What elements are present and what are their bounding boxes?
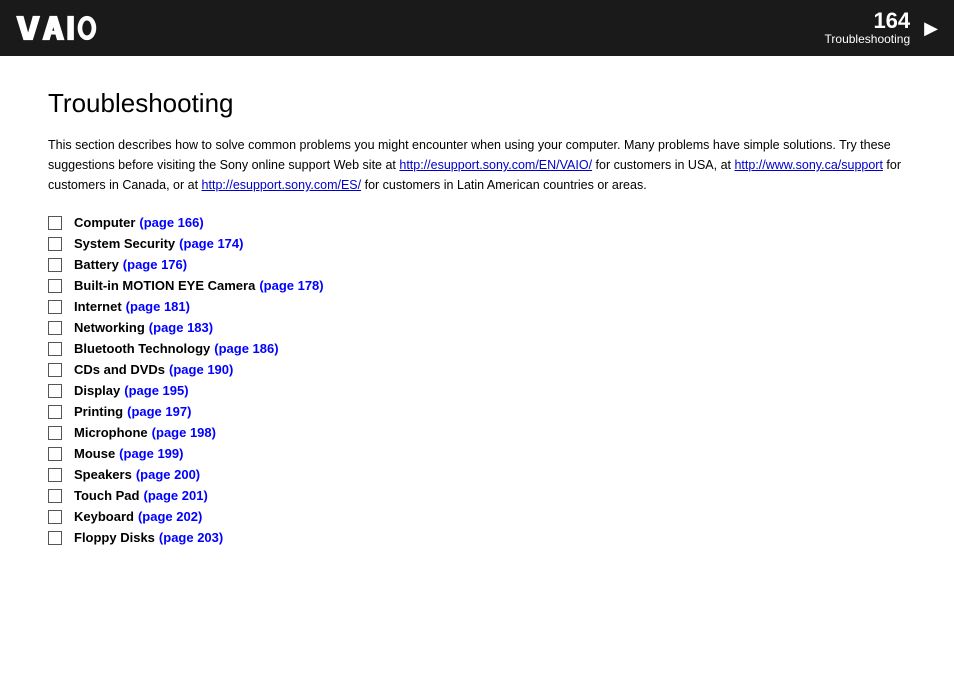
toc-item: Display (page 195) xyxy=(48,383,906,398)
toc-item: Speakers (page 200) xyxy=(48,467,906,482)
toc-item-label: Bluetooth Technology xyxy=(74,341,210,356)
toc-item-link[interactable]: (page 190) xyxy=(169,362,233,377)
page-number: 164 xyxy=(873,10,910,32)
toc-item: Computer (page 166) xyxy=(48,215,906,230)
toc-item-link[interactable]: (page 198) xyxy=(152,425,216,440)
toc-item-label: Computer xyxy=(74,215,135,230)
toc-item: Battery (page 176) xyxy=(48,257,906,272)
checkbox-icon xyxy=(48,405,62,419)
checkbox-icon xyxy=(48,216,62,230)
toc-item-label: Networking xyxy=(74,320,145,335)
toc-item-label: Internet xyxy=(74,299,122,314)
header: 164 Troubleshooting ▶ xyxy=(0,0,954,56)
header-arrow: ▶ xyxy=(924,18,938,39)
checkbox-icon xyxy=(48,447,62,461)
checkbox-icon xyxy=(48,321,62,335)
toc-item-link[interactable]: (page 202) xyxy=(138,509,202,524)
header-right: 164 Troubleshooting ▶ xyxy=(825,10,938,46)
toc-item-label: Speakers xyxy=(74,467,132,482)
toc-item-link[interactable]: (page 203) xyxy=(159,530,223,545)
intro-text-between-1-2: for customers in USA, at xyxy=(592,158,734,172)
toc-item-link[interactable]: (page 166) xyxy=(139,215,203,230)
toc-item: Mouse (page 199) xyxy=(48,446,906,461)
toc-item-link[interactable]: (page 186) xyxy=(214,341,278,356)
toc-item-link[interactable]: (page 174) xyxy=(179,236,243,251)
checkbox-icon xyxy=(48,384,62,398)
intro-link3[interactable]: http://esupport.sony.com/ES/ xyxy=(202,178,362,192)
toc-item-label: System Security xyxy=(74,236,175,251)
toc-item-link[interactable]: (page 176) xyxy=(123,257,187,272)
intro-link1[interactable]: http://esupport.sony.com/EN/VAIO/ xyxy=(399,158,592,172)
checkbox-icon xyxy=(48,468,62,482)
intro-link2[interactable]: http://www.sony.ca/support xyxy=(734,158,882,172)
section-label: Troubleshooting xyxy=(825,32,911,46)
toc-item-label: Built-in MOTION EYE Camera xyxy=(74,278,255,293)
main-content: Troubleshooting This section describes h… xyxy=(0,56,954,583)
checkbox-icon xyxy=(48,363,62,377)
checkbox-icon xyxy=(48,279,62,293)
toc-item-label: Printing xyxy=(74,404,123,419)
toc-item-label: Floppy Disks xyxy=(74,530,155,545)
toc-item-link[interactable]: (page 197) xyxy=(127,404,191,419)
toc-item-label: Battery xyxy=(74,257,119,272)
toc-item-link[interactable]: (page 178) xyxy=(259,278,323,293)
checkbox-icon xyxy=(48,531,62,545)
toc-item: Printing (page 197) xyxy=(48,404,906,419)
intro-text-after-link3: for customers in Latin American countrie… xyxy=(361,178,647,192)
intro-paragraph: This section describes how to solve comm… xyxy=(48,135,906,195)
vaio-logo xyxy=(16,14,109,42)
toc-item-label: CDs and DVDs xyxy=(74,362,165,377)
toc-item: Floppy Disks (page 203) xyxy=(48,530,906,545)
toc-item: Keyboard (page 202) xyxy=(48,509,906,524)
toc-item-label: Keyboard xyxy=(74,509,134,524)
toc-item: Built-in MOTION EYE Camera (page 178) xyxy=(48,278,906,293)
toc-item-label: Display xyxy=(74,383,120,398)
checkbox-icon xyxy=(48,237,62,251)
toc-item-link[interactable]: (page 199) xyxy=(119,446,183,461)
toc-item: Internet (page 181) xyxy=(48,299,906,314)
toc-list: Computer (page 166) System Security (page 1… xyxy=(48,215,906,545)
toc-item: Bluetooth Technology (page 186) xyxy=(48,341,906,356)
toc-item: CDs and DVDs (page 190) xyxy=(48,362,906,377)
checkbox-icon xyxy=(48,342,62,356)
toc-item-link[interactable]: (page 200) xyxy=(136,467,200,482)
page-title: Troubleshooting xyxy=(48,88,906,119)
toc-item: Networking (page 183) xyxy=(48,320,906,335)
checkbox-icon xyxy=(48,426,62,440)
toc-item-link[interactable]: (page 195) xyxy=(124,383,188,398)
toc-item-label: Microphone xyxy=(74,425,148,440)
toc-item-link[interactable]: (page 181) xyxy=(126,299,190,314)
page-number-section: 164 Troubleshooting xyxy=(825,10,911,46)
toc-item-link[interactable]: (page 183) xyxy=(149,320,213,335)
checkbox-icon xyxy=(48,510,62,524)
toc-item: System Security (page 174) xyxy=(48,236,906,251)
toc-item: Microphone (page 198) xyxy=(48,425,906,440)
toc-item-link[interactable]: (page 201) xyxy=(143,488,207,503)
toc-item-label: Mouse xyxy=(74,446,115,461)
checkbox-icon xyxy=(48,300,62,314)
checkbox-icon xyxy=(48,489,62,503)
toc-item-label: Touch Pad xyxy=(74,488,139,503)
checkbox-icon xyxy=(48,258,62,272)
toc-item: Touch Pad (page 201) xyxy=(48,488,906,503)
